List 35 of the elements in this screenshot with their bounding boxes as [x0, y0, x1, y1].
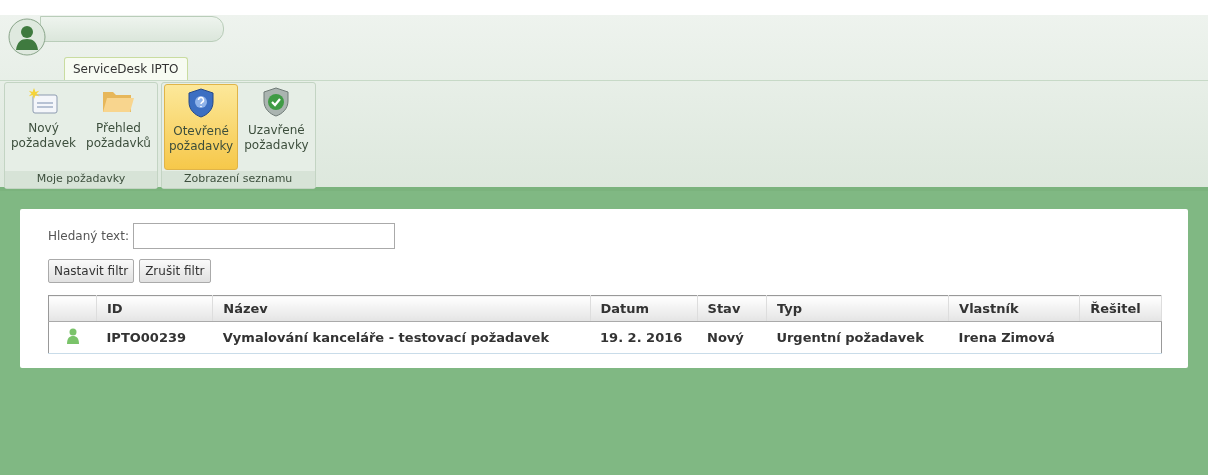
- column-header[interactable]: Datum: [590, 295, 698, 322]
- table-cell: IPTO00239: [96, 321, 213, 354]
- button-label: Otevřené požadavky: [168, 124, 234, 154]
- table-row[interactable]: IPTO00239 Vymalování kanceláře - testovací požadavek 19. 2. 2016 Nový Urgentní požadavek Irena Zimová: [48, 321, 1162, 354]
- filter-button[interactable]: Nastavit filtr: [48, 259, 135, 283]
- ribbon-button[interactable]: Nový požadavek: [7, 84, 80, 170]
- column-header[interactable]: Název: [212, 295, 591, 322]
- button-label: Nový požadavek: [11, 121, 76, 151]
- table-cell: Vymalování kanceláře - testovací požadavek: [212, 321, 591, 354]
- header-cell: [48, 295, 97, 322]
- search-field[interactable]: [132, 223, 395, 249]
- table-cell: Irena Zimová: [948, 321, 1080, 354]
- shield-question-icon: [187, 88, 216, 118]
- ribbon-button[interactable]: Otevřené požadavky: [163, 84, 239, 170]
- column-header[interactable]: Vlastník: [948, 295, 1080, 322]
- ribbon-button[interactable]: Přehled požadavků: [82, 84, 155, 170]
- button-label: Uzavřené požadavky: [244, 123, 309, 153]
- table-cell: 19. 2. 2016: [590, 321, 698, 354]
- ribbon-button[interactable]: Uzavřené požadavky: [240, 84, 313, 170]
- user-avatar-icon[interactable]: [8, 18, 46, 56]
- new-document-icon: [28, 87, 59, 115]
- column-header[interactable]: Stav: [697, 295, 767, 322]
- filter-button[interactable]: Zrušit filtr: [139, 259, 211, 283]
- search-label: Hledaný text:: [48, 229, 129, 243]
- column-header[interactable]: Řešitel: [1079, 295, 1162, 322]
- shield-check-icon: [262, 87, 291, 117]
- group-label: Zobrazení seznamu: [161, 171, 315, 188]
- button-label: Přehled požadavků: [86, 121, 151, 151]
- group-label: Moje požadavky: [5, 171, 157, 188]
- column-header[interactable]: ID: [96, 295, 213, 322]
- table-cell: Nový: [697, 321, 767, 354]
- ribbon-tab[interactable]: ServiceDesk IPTO: [64, 57, 188, 80]
- user-icon: [66, 328, 79, 344]
- column-header[interactable]: Typ: [766, 295, 949, 322]
- table-cell: Urgentní požadavek: [766, 321, 949, 354]
